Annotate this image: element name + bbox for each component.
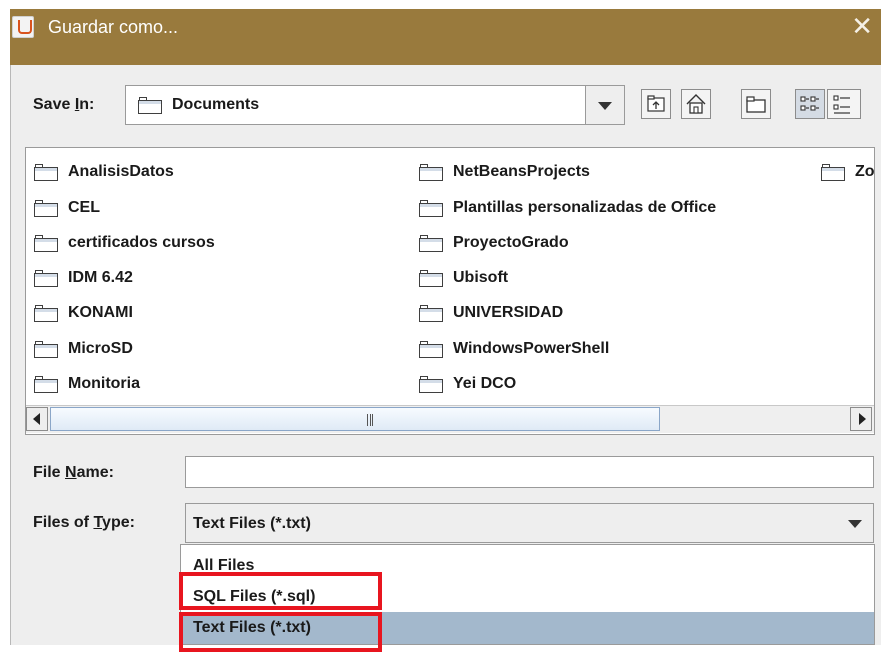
list-item[interactable]: UNIVERSIDAD: [419, 299, 563, 327]
folder-icon: [821, 163, 845, 181]
close-icon[interactable]: ✕: [851, 11, 873, 41]
up-one-level-icon: [647, 95, 665, 112]
files-of-type-label: Files of Type:: [33, 514, 135, 531]
list-item[interactable]: certificados cursos: [34, 229, 215, 257]
folder-icon: [419, 163, 443, 181]
folder-icon: [419, 199, 443, 217]
list-item[interactable]: Monitoria: [34, 370, 140, 398]
file-name-label: File Name:: [33, 464, 114, 481]
list-item[interactable]: Ubisoft: [419, 264, 508, 292]
folder-icon: [419, 340, 443, 358]
files-of-type-combo[interactable]: Text Files (*.txt): [185, 503, 874, 543]
folder-icon: [419, 375, 443, 393]
home-icon: [686, 94, 706, 114]
scroll-left-button[interactable]: [26, 407, 48, 431]
folder-icon: [34, 199, 58, 217]
annotation-highlight-box: [179, 612, 382, 652]
list-item[interactable]: Zoo: [821, 158, 874, 186]
save-in-value[interactable]: Documents: [138, 95, 259, 115]
file-list[interactable]: AnalisisDatos CEL certificados cursos ID…: [25, 147, 875, 435]
chevron-down-icon: [598, 102, 612, 110]
folder-icon: [34, 163, 58, 181]
new-folder-button[interactable]: [741, 89, 771, 119]
folder-icon: [419, 304, 443, 322]
folder-icon: [419, 234, 443, 252]
folder-icon: [34, 340, 58, 358]
window-title: Guardar como...: [48, 17, 179, 37]
folder-icon: [34, 269, 58, 287]
scroll-thumb[interactable]: [50, 407, 660, 431]
list-item[interactable]: Plantillas personalizadas de Office: [419, 194, 716, 222]
save-in-label: Save In:: [33, 96, 95, 113]
details-view-button[interactable]: [827, 89, 861, 119]
list-item[interactable]: ProyectoGrado: [419, 229, 569, 257]
java-cup-icon: [12, 16, 34, 38]
chevron-down-icon: [848, 520, 862, 528]
arrow-left-icon: [33, 413, 40, 425]
folder-icon: [34, 375, 58, 393]
new-folder-icon: [746, 96, 766, 113]
file-name-field[interactable]: [185, 456, 874, 488]
folder-icon: [419, 269, 443, 287]
list-item[interactable]: IDM 6.42: [34, 264, 133, 292]
folder-icon: [138, 96, 162, 114]
list-item[interactable]: MicroSD: [34, 335, 133, 363]
up-one-level-button[interactable]: [641, 89, 671, 119]
list-view-button[interactable]: [795, 89, 825, 119]
list-item[interactable]: AnalisisDatos: [34, 158, 174, 186]
grip-icon: [367, 414, 373, 426]
horizontal-scrollbar[interactable]: [26, 405, 874, 433]
folder-icon: [34, 234, 58, 252]
list-item[interactable]: NetBeansProjects: [419, 158, 590, 186]
save-in-dropdown-button[interactable]: [585, 85, 625, 125]
annotation-highlight-box: [179, 572, 382, 610]
details-view-icon: [833, 95, 850, 114]
list-item[interactable]: Yei DCO: [419, 370, 516, 398]
arrow-right-icon: [859, 413, 866, 425]
list-item[interactable]: CEL: [34, 194, 100, 222]
list-view-icon: [800, 96, 819, 111]
home-button[interactable]: [681, 89, 711, 119]
list-item[interactable]: WindowsPowerShell: [419, 335, 609, 363]
folder-icon: [34, 304, 58, 322]
scroll-right-button[interactable]: [850, 407, 872, 431]
list-item[interactable]: KONAMI: [34, 299, 133, 327]
